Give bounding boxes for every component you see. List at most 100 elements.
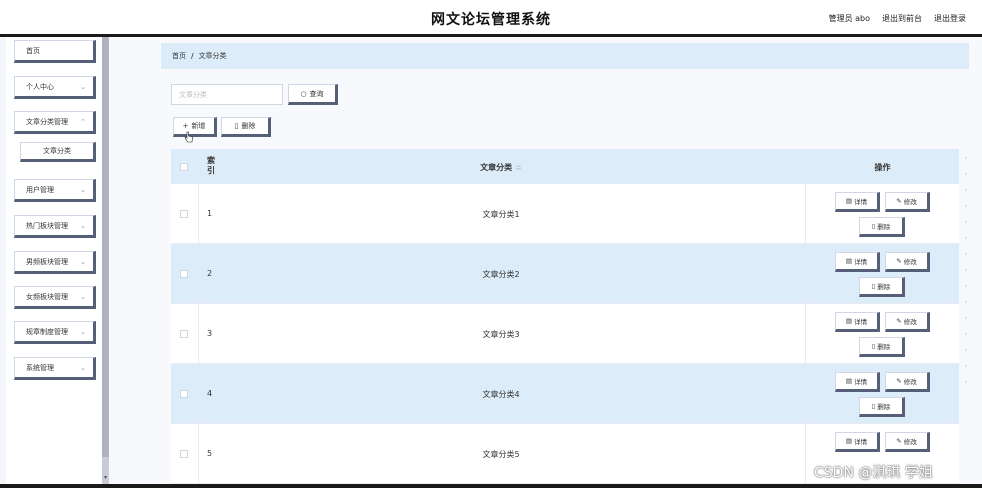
edit-icon: ✎ — [896, 257, 902, 265]
edit-button-label: 修改 — [903, 438, 917, 446]
sort-icon[interactable]: ≑ — [515, 163, 522, 172]
add-button-label: 新增 — [191, 122, 206, 130]
document-icon: ▤ — [845, 377, 853, 385]
row-checkbox[interactable] — [180, 450, 188, 458]
table-row: 3 文章分类3 ▤ 详情 ✎ 修改 ▯ 删除 — [171, 304, 959, 364]
logout-link[interactable]: 退出登录 — [934, 13, 966, 24]
search-icon: ○ — [300, 89, 307, 98]
edit-button[interactable]: ✎ 修改 — [885, 312, 930, 332]
ops-column-header: 操作 — [874, 163, 891, 172]
trash-icon: ▯ — [871, 282, 876, 290]
delete-button-label: 删除 — [877, 223, 891, 231]
sidebar-item-label: 用户管理 — [26, 185, 54, 194]
select-all-checkbox[interactable] — [180, 163, 188, 171]
search-button[interactable]: ○ 查询 — [288, 84, 338, 105]
hand-cursor-icon — [184, 131, 193, 143]
plus-icon: + — [182, 122, 189, 130]
scroll-down-icon[interactable]: ▾ — [102, 474, 109, 484]
header-actions: 管理员 abo 退出到前台 退出登录 — [829, 13, 966, 24]
row-name: 文章分类2 — [482, 270, 520, 279]
breadcrumb-home[interactable]: 首页 — [172, 51, 186, 61]
sidebar-item-hot-board[interactable]: 热门板块管理 ⌄ — [14, 215, 96, 238]
delete-button-label: 删除 — [877, 283, 891, 291]
column-divider — [805, 364, 806, 423]
sidebar-scrollbar-thumb[interactable] — [102, 37, 109, 457]
sidebar-item-female-board[interactable]: 女频板块管理 ⌄ — [14, 286, 96, 309]
delete-button[interactable]: ▯ 删除 — [859, 397, 905, 417]
decorative-dots — [272, 130, 972, 134]
delete-button[interactable]: ▯ 删除 — [859, 217, 905, 237]
index-column-header: 索引 — [207, 156, 215, 175]
sidebar-item-label: 女频板块管理 — [26, 292, 68, 301]
edit-button[interactable]: ✎ 修改 — [885, 432, 930, 452]
sidebar-item-profile[interactable]: 个人中心 ⌄ — [14, 76, 96, 99]
row-name: 文章分类3 — [482, 330, 520, 339]
decorative-dots-vertical — [960, 150, 972, 390]
row-index: 4 — [207, 389, 213, 398]
chevron-down-icon: ⌄ — [80, 83, 86, 91]
delete-button[interactable]: ▯ 删除 — [859, 277, 905, 297]
sidebar-item-user-manage[interactable]: 用户管理 ⌄ — [14, 179, 96, 202]
sidebar-item-rules[interactable]: 规章制度管理 ⌄ — [14, 321, 96, 344]
detail-button[interactable]: ▤ 详情 — [835, 312, 880, 332]
edit-button[interactable]: ✎ 修改 — [885, 252, 930, 272]
document-icon: ▤ — [845, 317, 853, 325]
row-checkbox[interactable] — [180, 270, 188, 278]
bottom-border — [0, 484, 982, 488]
detail-button[interactable]: ▤ 详情 — [835, 372, 880, 392]
detail-button-label: 详情 — [854, 378, 868, 386]
name-column-header[interactable]: 文章分类 ≑ — [401, 162, 601, 173]
row-checkbox[interactable] — [180, 210, 188, 218]
sidebar-item-label: 男频板块管理 — [26, 257, 68, 266]
delete-button[interactable]: ▯ 删除 — [859, 337, 905, 357]
back-to-front-link[interactable]: 退出到前台 — [882, 13, 922, 24]
sidebar-item-label: 首页 — [26, 46, 40, 55]
document-icon: ▤ — [845, 437, 853, 445]
column-divider — [198, 244, 199, 303]
row-index: 5 — [207, 449, 213, 458]
edit-icon: ✎ — [896, 437, 902, 445]
chevron-down-icon: ⌄ — [80, 258, 86, 266]
sidebar-item-label: 个人中心 — [26, 82, 54, 91]
row-index: 1 — [207, 209, 213, 218]
row-checkbox[interactable] — [180, 330, 188, 338]
column-divider — [198, 364, 199, 423]
row-name: 文章分类5 — [482, 450, 520, 459]
edit-button-label: 修改 — [903, 318, 917, 326]
delete-button-label: 删除 — [241, 122, 256, 130]
sidebar-item-label: 规章制度管理 — [26, 327, 68, 336]
column-divider — [198, 424, 199, 483]
sidebar-item-male-board[interactable]: 男频板块管理 ⌄ — [14, 251, 96, 274]
table-row: 1 文章分类1 ▤ 详情 ✎ 修改 ▯ 删除 — [171, 184, 959, 244]
detail-button[interactable]: ▤ 详情 — [835, 432, 880, 452]
edit-button-label: 修改 — [903, 198, 917, 206]
batch-delete-button[interactable]: ▯ 删除 — [221, 117, 271, 137]
category-search-input[interactable]: 文章分类 — [171, 84, 283, 105]
breadcrumb-current: 文章分类 — [198, 52, 227, 60]
chevron-down-icon: ⌄ — [80, 328, 86, 336]
sidebar-subitem-category[interactable]: 文章分类 — [20, 142, 96, 162]
document-icon: ▤ — [845, 197, 853, 205]
detail-button[interactable]: ▤ 详情 — [835, 192, 880, 212]
edit-icon: ✎ — [896, 377, 902, 385]
document-icon: ▤ — [845, 257, 853, 265]
add-button[interactable]: + 新增 — [173, 117, 217, 137]
sidebar-item-system[interactable]: 系统管理 ⌄ — [14, 357, 96, 380]
column-divider — [805, 244, 806, 303]
row-index: 2 — [207, 269, 213, 278]
search-button-label: 查询 — [309, 89, 324, 98]
edit-button[interactable]: ✎ 修改 — [885, 372, 930, 392]
trash-icon: ▯ — [871, 342, 876, 350]
sidebar-item-category-manage[interactable]: 文章分类管理 ⌃ — [14, 111, 96, 134]
row-checkbox[interactable] — [180, 390, 188, 398]
table-row: 4 文章分类4 ▤ 详情 ✎ 修改 ▯ 删除 — [171, 364, 959, 424]
edit-button-label: 修改 — [903, 378, 917, 386]
trash-icon: ▯ — [871, 222, 876, 230]
chevron-down-icon: ⌄ — [80, 293, 86, 301]
sidebar-item-home[interactable]: 首页 — [14, 40, 96, 63]
column-divider — [198, 149, 199, 184]
detail-button-label: 详情 — [854, 318, 868, 326]
detail-button[interactable]: ▤ 详情 — [835, 252, 880, 272]
edit-button[interactable]: ✎ 修改 — [885, 192, 930, 212]
row-index: 3 — [207, 329, 213, 338]
